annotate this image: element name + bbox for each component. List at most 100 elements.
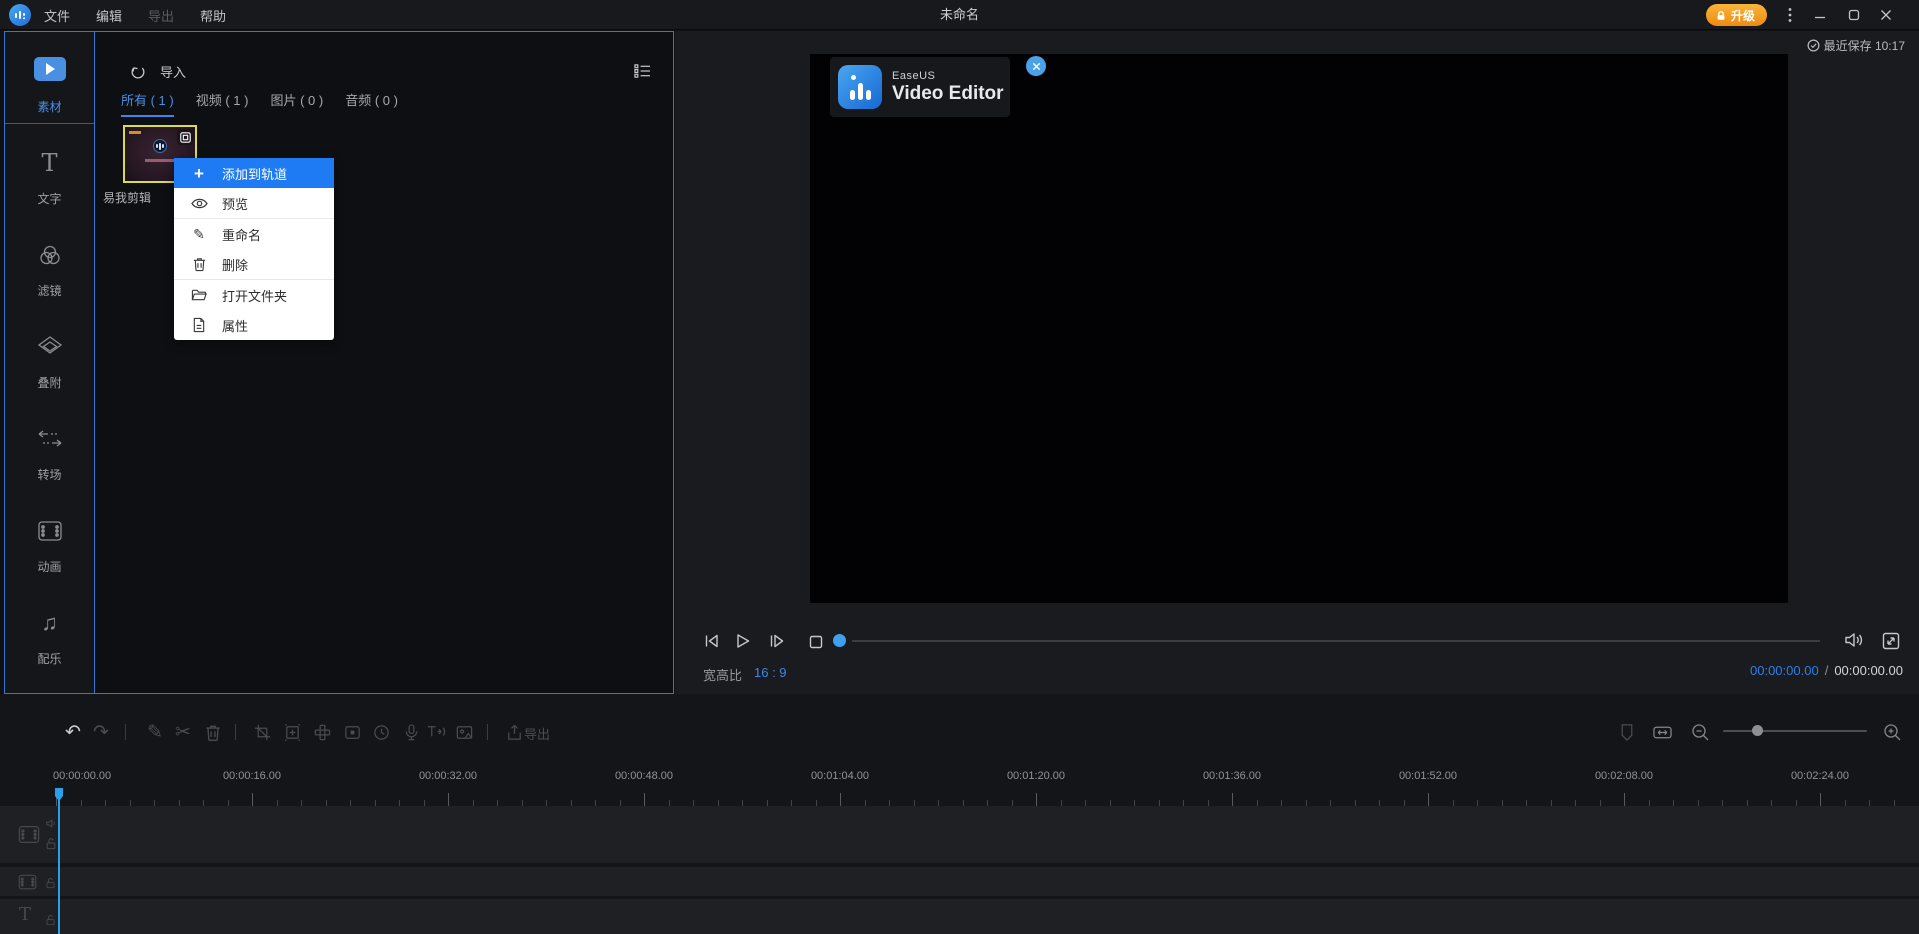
toolbar-divider bbox=[235, 724, 236, 740]
menu-edit[interactable]: 编辑 bbox=[96, 6, 122, 25]
previous-frame-button[interactable] bbox=[700, 630, 722, 652]
media-filter-tabs: 所有 ( 1 ) 视频 ( 1 ) 图片 ( 0 ) 音频 ( 0 ) bbox=[121, 90, 398, 117]
overlay-icon bbox=[35, 333, 65, 361]
playhead[interactable] bbox=[55, 788, 63, 934]
context-item-label: 删除 bbox=[222, 257, 249, 273]
close-window-button[interactable] bbox=[1872, 0, 1900, 30]
import-button[interactable]: 导入 bbox=[129, 62, 186, 81]
title-bar: 文件 编辑 导出 帮助 未命名 升级 bbox=[0, 0, 1919, 30]
duration-tool-icon bbox=[370, 721, 392, 743]
pip-track[interactable] bbox=[0, 867, 1919, 896]
ruler-tick bbox=[1820, 793, 1821, 806]
play-button[interactable] bbox=[731, 630, 753, 652]
timeline-ruler[interactable]: 00:00:00.00 00:00:16.00 00:00:32.00 00:00:4… bbox=[0, 760, 1919, 806]
sidebar-item-label: 叠附 bbox=[37, 376, 62, 390]
sidebar-item-label: 文字 bbox=[37, 192, 62, 206]
save-status-text: 最近保存 10:17 bbox=[1823, 39, 1905, 53]
watermark: EaseUS Video Editor bbox=[830, 56, 1046, 117]
timeline-zoom-slider[interactable] bbox=[1723, 730, 1867, 732]
eye-icon bbox=[190, 194, 208, 212]
text-track[interactable]: T bbox=[0, 899, 1919, 934]
sidebar-item-media[interactable]: 素材 bbox=[5, 57, 94, 115]
context-item-rename[interactable]: ✎ 重命名 bbox=[174, 219, 334, 249]
playback-progress-track[interactable] bbox=[852, 640, 1820, 642]
video-track[interactable] bbox=[0, 806, 1919, 863]
easeus-logo-icon bbox=[838, 65, 882, 109]
watermark-close-icon[interactable] bbox=[1026, 56, 1046, 76]
properties-icon bbox=[190, 316, 208, 334]
folder-icon bbox=[190, 286, 208, 304]
fit-timeline-icon[interactable] bbox=[1651, 721, 1673, 743]
aspect-ratio-label: 宽高比 bbox=[703, 668, 743, 683]
maximize-button[interactable] bbox=[1840, 0, 1868, 30]
redo-button: ↷ bbox=[93, 721, 109, 743]
sidebar-item-music[interactable]: ♫ 配乐 bbox=[5, 609, 94, 667]
sidebar-item-animation[interactable]: 动画 bbox=[5, 517, 94, 575]
thumbnail-logo-icon bbox=[153, 139, 167, 153]
tab-image[interactable]: 图片 ( 0 ) bbox=[270, 90, 323, 117]
zoom-region-tool-icon bbox=[281, 721, 303, 743]
thumbnail-title-text bbox=[129, 131, 141, 134]
context-item-preview[interactable]: 预览 bbox=[174, 188, 334, 218]
menu-bar: 文件 编辑 导出 帮助 bbox=[44, 0, 226, 30]
trash-icon bbox=[190, 255, 208, 273]
minimize-button[interactable] bbox=[1806, 0, 1834, 30]
tab-all[interactable]: 所有 ( 1 ) bbox=[121, 90, 174, 117]
playhead-line bbox=[58, 798, 60, 934]
import-icon bbox=[129, 63, 147, 81]
upgrade-button[interactable]: 升级 bbox=[1706, 4, 1768, 26]
context-item-label: 重命名 bbox=[222, 227, 262, 243]
snapshot-tool-icon bbox=[453, 721, 475, 743]
tab-video[interactable]: 视频 ( 1 ) bbox=[196, 90, 249, 117]
time-separator: / bbox=[1824, 663, 1829, 678]
aspect-ratio-value[interactable]: 16 : 9 bbox=[754, 665, 787, 680]
ruler-label: 00:00:16.00 bbox=[222, 770, 282, 782]
tab-audio[interactable]: 音频 ( 0 ) bbox=[345, 90, 398, 117]
ruler-label: 00:01:04.00 bbox=[810, 770, 870, 782]
menu-file[interactable]: 文件 bbox=[44, 6, 70, 25]
sidebar-item-text[interactable]: T 文字 bbox=[5, 149, 94, 207]
edit-tool-icon: ✎ bbox=[147, 721, 163, 743]
context-item-add-to-track[interactable]: + 添加到轨道 bbox=[174, 158, 334, 188]
more-options-button[interactable] bbox=[1776, 0, 1804, 30]
context-item-label: 预览 bbox=[222, 196, 249, 212]
sidebar-item-filters[interactable]: 滤镜 bbox=[5, 241, 94, 299]
video-viewport: EaseUS Video Editor bbox=[810, 54, 1788, 603]
marker-tool-icon bbox=[1616, 721, 1638, 743]
pencil-icon: ✎ bbox=[193, 226, 205, 242]
voiceover-tool-icon bbox=[400, 721, 422, 743]
fullscreen-icon[interactable] bbox=[1880, 630, 1902, 652]
transition-icon bbox=[35, 425, 65, 453]
menu-help[interactable]: 帮助 bbox=[200, 6, 226, 25]
media-play-icon bbox=[33, 57, 66, 81]
lock-icon bbox=[1715, 9, 1727, 22]
context-item-open-folder[interactable]: 打开文件夹 bbox=[174, 280, 334, 310]
zoom-in-icon[interactable] bbox=[1881, 721, 1903, 743]
text-icon: T bbox=[41, 149, 58, 177]
freeze-frame-tool-icon bbox=[341, 721, 363, 743]
export-label[interactable]: 导出 bbox=[524, 724, 550, 743]
sidebar-item-overlays[interactable]: 叠附 bbox=[5, 333, 94, 391]
stop-button[interactable] bbox=[805, 631, 827, 653]
ruler-tick bbox=[1232, 793, 1233, 806]
sidebar-item-transitions[interactable]: 转场 bbox=[5, 425, 94, 483]
crop-tool-icon bbox=[251, 721, 273, 743]
film-icon bbox=[35, 517, 65, 545]
context-item-delete[interactable]: 删除 bbox=[174, 249, 334, 279]
total-time: 00:00:00.00 bbox=[1834, 663, 1903, 678]
thumbnail-preview-icon[interactable] bbox=[177, 129, 193, 145]
context-menu: + 添加到轨道 预览 ✎ 重命名 删除 打开文件夹 属性 bbox=[174, 158, 334, 340]
playback-progress-handle[interactable] bbox=[833, 634, 846, 647]
list-view-toggle-icon[interactable] bbox=[634, 63, 651, 79]
sidebar-item-label: 转场 bbox=[37, 468, 62, 482]
ruler-tick bbox=[1428, 793, 1429, 806]
timeline-zoom-slider-handle[interactable] bbox=[1752, 725, 1763, 736]
ruler-label: 00:00:32.00 bbox=[418, 770, 478, 782]
timecode-display: 00:00:00.00 / 00:00:00.00 bbox=[1750, 663, 1903, 678]
ruler-label: 00:02:08.00 bbox=[1594, 770, 1654, 782]
zoom-out-icon[interactable] bbox=[1689, 721, 1711, 743]
undo-button[interactable]: ↶ bbox=[62, 721, 84, 743]
context-item-properties[interactable]: 属性 bbox=[174, 310, 334, 340]
next-frame-button[interactable] bbox=[766, 630, 788, 652]
volume-icon[interactable] bbox=[1843, 629, 1865, 651]
